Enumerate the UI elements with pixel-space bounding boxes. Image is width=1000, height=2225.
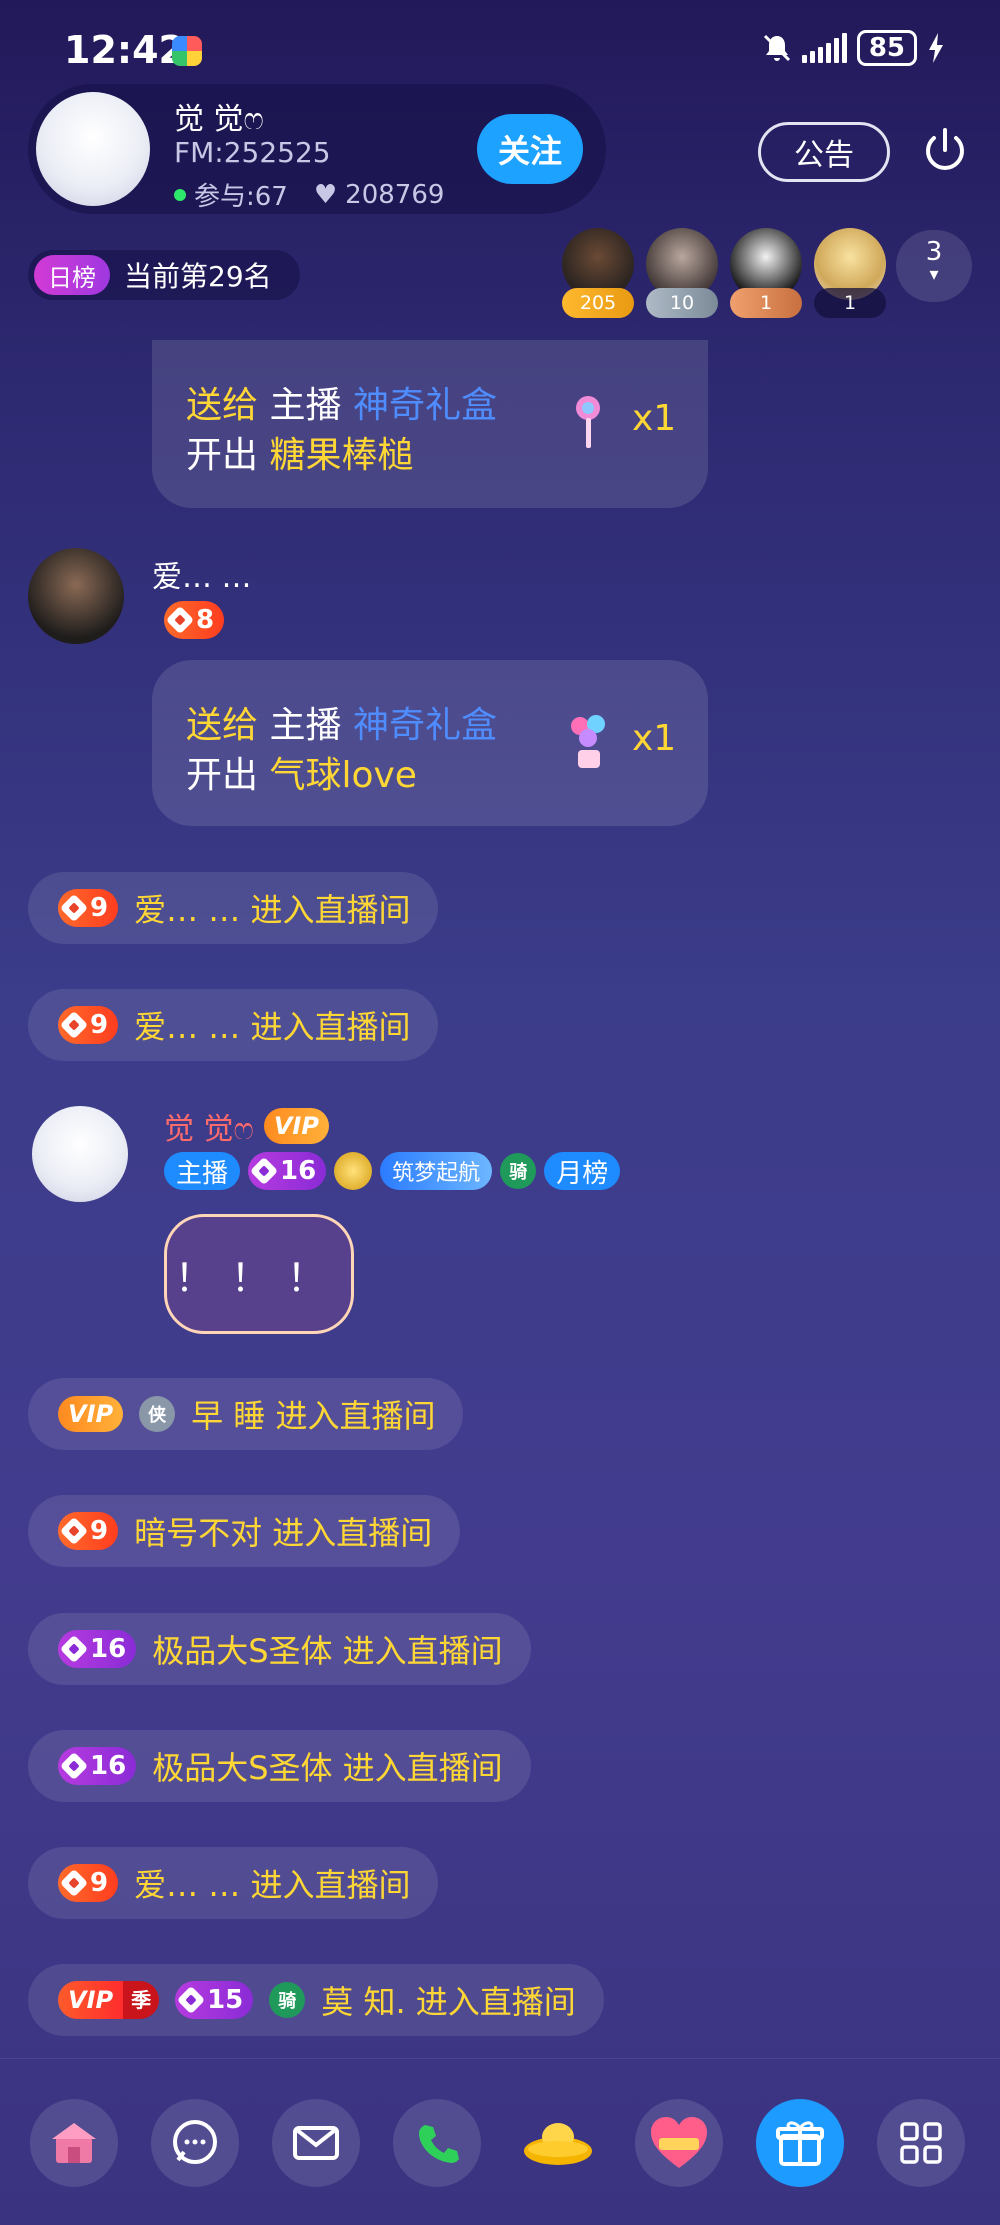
house-icon xyxy=(52,2123,96,2163)
gift-message-bubble: 送给 主播 神奇礼盒 开出 气球love x1 xyxy=(152,660,708,826)
battery-indicator: 85 xyxy=(856,30,917,66)
signal-icon xyxy=(801,33,847,63)
host-name: 觉 觉ෆ xyxy=(174,102,264,137)
gift-line-open: 开出 气球love xyxy=(186,755,417,796)
host-tags: 主播 16 筑梦起航 骑 月榜 xyxy=(164,1152,621,1190)
chevron-down-icon: ▾ xyxy=(929,264,939,285)
diamond-icon xyxy=(249,1156,279,1186)
grid-icon xyxy=(900,2122,942,2164)
diamond-icon xyxy=(176,1985,206,2015)
host-message-name[interactable]: 觉 觉ෆ VIP xyxy=(164,1104,329,1148)
rank-text: 当前第29名 xyxy=(124,260,272,293)
daily-rank-pill[interactable]: 日榜 当前第29名 xyxy=(28,250,300,300)
likes-count: 208769 xyxy=(345,179,445,210)
season-vip-badge: VIP 季 xyxy=(58,1981,160,2019)
host-tag: 主播 xyxy=(164,1152,241,1190)
ride-badge-icon: 骑 xyxy=(500,1153,537,1189)
knight-badge-icon: 侠 xyxy=(139,1396,176,1432)
envelope-icon xyxy=(293,2126,339,2160)
host-card[interactable]: 觉 觉ෆ FM:252525 参与:67 ♥ 208769 关注 xyxy=(28,84,606,214)
gift-quantity: x1 xyxy=(632,718,677,759)
enter-room-message: 16 极品大S圣体 进入直播间 xyxy=(28,1730,531,1802)
host-fm-id: FM:252525 xyxy=(174,136,331,169)
viewer-3[interactable]: 1 xyxy=(730,228,802,318)
diamond-icon xyxy=(59,1516,89,1546)
diamond-icon xyxy=(165,605,195,635)
diamond-icon xyxy=(59,1751,89,1781)
user-avatar[interactable] xyxy=(28,548,124,644)
diamond-icon xyxy=(59,893,89,923)
gift-line-open: 开出 糖果棒槌 xyxy=(186,435,414,476)
chat-button[interactable] xyxy=(151,2099,239,2187)
dream-voyage-tag: 筑梦起航 xyxy=(380,1152,493,1190)
enter-room-message: 9 爱… … 进入直播间 xyxy=(28,989,439,1061)
bottom-toolbar xyxy=(0,2058,1000,2225)
speech-bubble-icon xyxy=(173,2120,217,2164)
gift-button[interactable] xyxy=(756,2099,844,2187)
balloon-icon xyxy=(571,715,605,768)
notice-button[interactable]: 公告 xyxy=(758,122,890,182)
phone-icon xyxy=(419,2125,459,2163)
viewer-4[interactable]: 1 xyxy=(814,228,886,318)
gift-quantity: x1 xyxy=(632,398,677,439)
online-dot-icon xyxy=(174,188,186,201)
heart-gift-button[interactable] xyxy=(635,2099,723,2187)
heart-icon: ♥ xyxy=(313,179,338,210)
charging-icon xyxy=(929,33,943,63)
vip-badge: VIP xyxy=(58,1396,124,1432)
app-notification-icon xyxy=(172,36,202,66)
host-message-bubble: ！！！ xyxy=(164,1214,354,1334)
voice-call-button[interactable] xyxy=(393,2099,481,2187)
gift-line-send: 送给 主播 神奇礼盒 xyxy=(186,705,497,746)
enter-room-message: 16 极品大S圣体 进入直播间 xyxy=(28,1613,531,1685)
status-bar: 12:42 85 xyxy=(0,0,1000,90)
viewer-badge: 1 xyxy=(814,288,886,318)
gold-ingot-icon xyxy=(524,2123,592,2165)
username[interactable]: 爱… … xyxy=(152,552,252,596)
vip-badge: VIP xyxy=(263,1108,329,1144)
gold-ingot-button[interactable] xyxy=(514,2099,602,2187)
participants-count: 参与:67 xyxy=(194,182,288,212)
power-icon[interactable] xyxy=(920,126,970,176)
viewer-1[interactable]: 205 xyxy=(562,228,634,318)
host-message-avatar[interactable] xyxy=(32,1106,128,1202)
diamond-icon xyxy=(59,1634,89,1664)
user-level-badge: 8 xyxy=(164,601,225,639)
enter-room-message: 9 暗号不对 进入直播间 xyxy=(28,1495,461,1567)
coin-medal-icon xyxy=(334,1152,373,1190)
mute-bell-icon xyxy=(763,34,790,62)
clock: 12:42 xyxy=(64,28,185,72)
host-avatar[interactable] xyxy=(36,92,150,206)
candy-hammer-icon xyxy=(576,396,600,448)
diamond-icon xyxy=(59,1010,89,1040)
more-apps-button[interactable] xyxy=(877,2099,965,2187)
heart-badge-icon xyxy=(651,2117,707,2168)
host-stats: 参与:67 ♥ 208769 xyxy=(174,176,444,213)
viewer-count: 3 xyxy=(925,237,943,267)
room-decor-button[interactable] xyxy=(30,2099,118,2187)
enter-room-message: 9 爱… … 进入直播间 xyxy=(28,872,439,944)
gift-box-icon xyxy=(776,2121,824,2166)
enter-room-message: VIP 侠 早 睡 进入直播间 xyxy=(28,1378,464,1450)
viewer-badge: 205 xyxy=(562,288,634,318)
viewer-count-button[interactable]: 3 ▾ xyxy=(896,230,972,302)
rank-tag: 日榜 xyxy=(34,255,110,295)
follow-button[interactable]: 关注 xyxy=(477,114,583,184)
status-icons: 85 xyxy=(762,30,945,66)
viewer-2[interactable]: 10 xyxy=(646,228,718,318)
gift-line-send: 送给 主播 神奇礼盒 xyxy=(186,385,497,426)
viewer-badge: 1 xyxy=(730,288,802,318)
enter-room-message: VIP 季 15 骑 莫 知. 进入直播间 xyxy=(28,1964,604,2036)
enter-room-message: 9 爱… … 进入直播间 xyxy=(28,1847,439,1919)
viewer-badge: 10 xyxy=(646,288,718,318)
monthly-rank-tag: 月榜 xyxy=(544,1152,621,1190)
diamond-icon xyxy=(59,1868,89,1898)
gift-message-bubble: 送给 主播 神奇礼盒 开出 糖果棒槌 x1 xyxy=(152,340,708,508)
ride-badge-icon: 骑 xyxy=(269,1982,306,2018)
private-message-button[interactable] xyxy=(272,2099,360,2187)
